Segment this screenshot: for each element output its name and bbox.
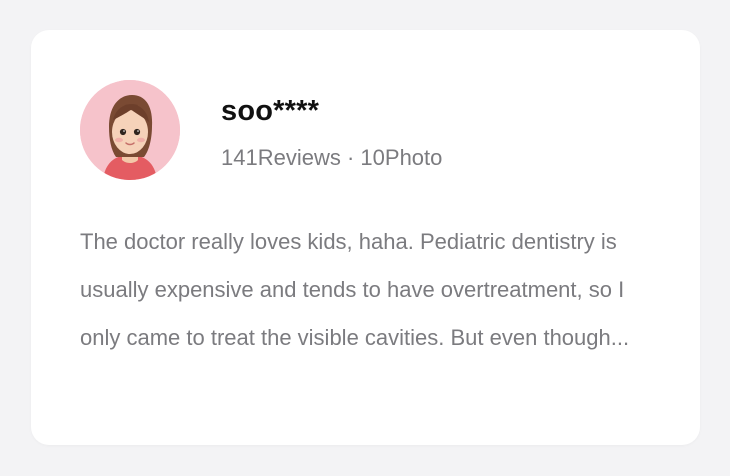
- photos-count: 10Photo: [360, 145, 443, 170]
- reviews-count: 141Reviews: [221, 145, 341, 170]
- reviewer-stats: 141Reviews · 10Photo: [221, 143, 442, 173]
- review-card: soo**** 141Reviews · 10Photo The doctor …: [31, 30, 700, 445]
- review-text: The doctor really loves kids, haha. Pedi…: [80, 229, 630, 350]
- user-avatar-icon: [80, 80, 180, 180]
- reviewer-username: soo****: [221, 95, 320, 127]
- meta-separator: ·: [346, 145, 355, 170]
